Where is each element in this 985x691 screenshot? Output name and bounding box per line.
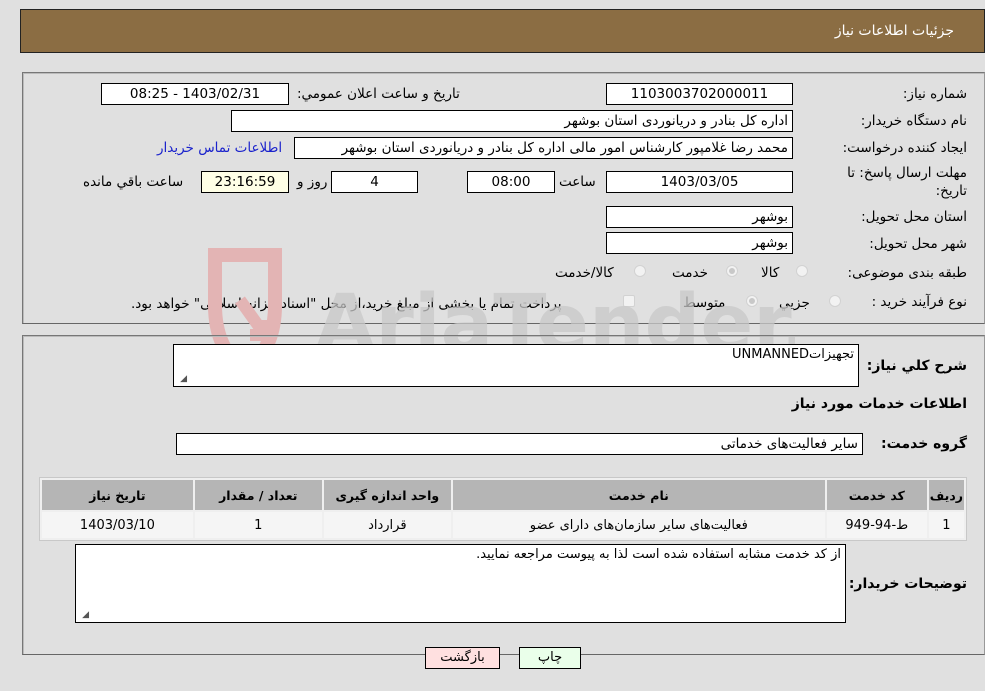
back-button[interactable]: بازگشت — [425, 647, 500, 669]
service-group-label: گروه خدمت: — [881, 436, 967, 452]
need-number-label: شماره نیاز: — [902, 86, 967, 102]
buyer-contact-link[interactable]: اطلاعات تماس خريدار — [157, 140, 282, 156]
days-remaining-field[interactable]: 4 — [331, 171, 418, 193]
requester-label: ايجاد کننده درخواست: — [842, 140, 967, 156]
page-header: جزئیات اطلاعات نیاز — [20, 9, 985, 53]
deadline-date-field[interactable]: 1403/03/05 — [606, 171, 793, 193]
cell-service-name: فعاليت‌های ساير سازمان‌های دارای عضو — [452, 512, 825, 538]
buyer-org-field[interactable]: اداره کل بنادر و دریانوردی استان بوشهر — [231, 110, 793, 132]
table-row: 1 ط-94-949 فعاليت‌های ساير سازمان‌های دا… — [42, 512, 964, 538]
service-group-field[interactable]: ساير فعاليت‌های خدماتی — [176, 433, 863, 455]
need-number-field[interactable]: 1103003702000011 — [606, 83, 793, 105]
treasury-note: پرداخت تمام يا بخشی از مبلغ خريد،از محل … — [131, 296, 562, 312]
cell-row-num: 1 — [928, 512, 964, 538]
time-remaining-field: 23:16:59 — [201, 171, 289, 193]
cell-need-date: 1403/03/10 — [42, 512, 193, 538]
cell-service-code: ط-94-949 — [826, 512, 927, 538]
col-header-quantity: تعداد / مقدار — [194, 480, 322, 510]
table-header-row: رديف کد خدمت نام خدمت واحد اندازه گيری ت… — [42, 480, 964, 510]
col-header-row-num: رديف — [928, 480, 964, 510]
buyer-notes-textarea[interactable]: از کد خدمت مشابه استفاده شده است لذا به … — [75, 544, 846, 623]
purchase-type-label: نوع فرآيند خريد : — [871, 294, 967, 310]
announce-datetime-field[interactable]: 1403/02/31 - 08:25 — [101, 83, 289, 105]
description-label: شرح کلي نياز: — [866, 358, 967, 374]
description-textarea[interactable]: تجهيزاتUNMANNED ◢ — [173, 344, 859, 387]
announce-datetime-label: تاریخ و ساعت اعلان عمومي: — [297, 86, 460, 102]
resize-grip-icon[interactable]: ◢ — [79, 610, 89, 620]
category-option-goods: کالا — [761, 265, 780, 281]
purchase-option-medium: متوسط — [683, 295, 726, 311]
category-radio-service[interactable] — [726, 265, 738, 277]
services-table: رديف کد خدمت نام خدمت واحد اندازه گيری ت… — [39, 477, 967, 541]
deadline-label: مهلت ارسال پاسخ: تا تاريخ: — [847, 165, 967, 199]
print-button[interactable]: چاپ — [519, 647, 581, 669]
category-option-goods-service: کالا/خدمت — [555, 265, 614, 281]
deadline-time-field[interactable]: 08:00 — [467, 171, 555, 193]
purchase-radio-medium[interactable] — [746, 295, 758, 307]
delivery-province-label: استان محل تحويل: — [861, 209, 967, 225]
delivery-city-field[interactable]: بوشهر — [606, 232, 793, 254]
requester-field[interactable]: محمد رضا غلامپور کارشناس امور مالی اداره… — [294, 137, 793, 159]
cell-unit: قرارداد — [323, 512, 451, 538]
delivery-province-field[interactable]: بوشهر — [606, 206, 793, 228]
treasury-checkbox[interactable] — [623, 295, 635, 307]
buyer-org-label: نام دستگاه خريدار: — [860, 113, 967, 129]
resize-grip-icon[interactable]: ◢ — [177, 374, 187, 384]
deadline-time-label: ساعت — [559, 174, 596, 190]
time-remaining-label: ساعت باقي مانده — [83, 174, 184, 190]
category-label: طبقه بندی موضوعی: — [847, 265, 967, 281]
col-header-service-code: کد خدمت — [826, 480, 927, 510]
purchase-option-minor: جزيي — [779, 295, 810, 311]
col-header-need-date: تاريخ نياز — [42, 480, 193, 510]
delivery-city-label: شهر محل تحويل: — [869, 236, 967, 252]
buyer-notes-label: توضيحات خريدار: — [848, 576, 967, 592]
buyer-notes-text: از کد خدمت مشابه استفاده شده است لذا به … — [476, 547, 841, 562]
purchase-radio-minor[interactable] — [829, 295, 841, 307]
category-option-service: خدمت — [672, 265, 708, 281]
category-radio-goods-service[interactable] — [634, 265, 646, 277]
services-heading: اطلاعات خدمات مورد نياز — [791, 396, 967, 412]
description-text: تجهيزاتUNMANNED — [732, 347, 854, 362]
category-radio-goods[interactable] — [796, 265, 808, 277]
days-label: روز و — [297, 174, 328, 190]
page-title: جزئیات اطلاعات نیاز — [834, 23, 954, 39]
col-header-unit: واحد اندازه گيری — [323, 480, 451, 510]
col-header-service-name: نام خدمت — [452, 480, 825, 510]
cell-quantity: 1 — [194, 512, 322, 538]
